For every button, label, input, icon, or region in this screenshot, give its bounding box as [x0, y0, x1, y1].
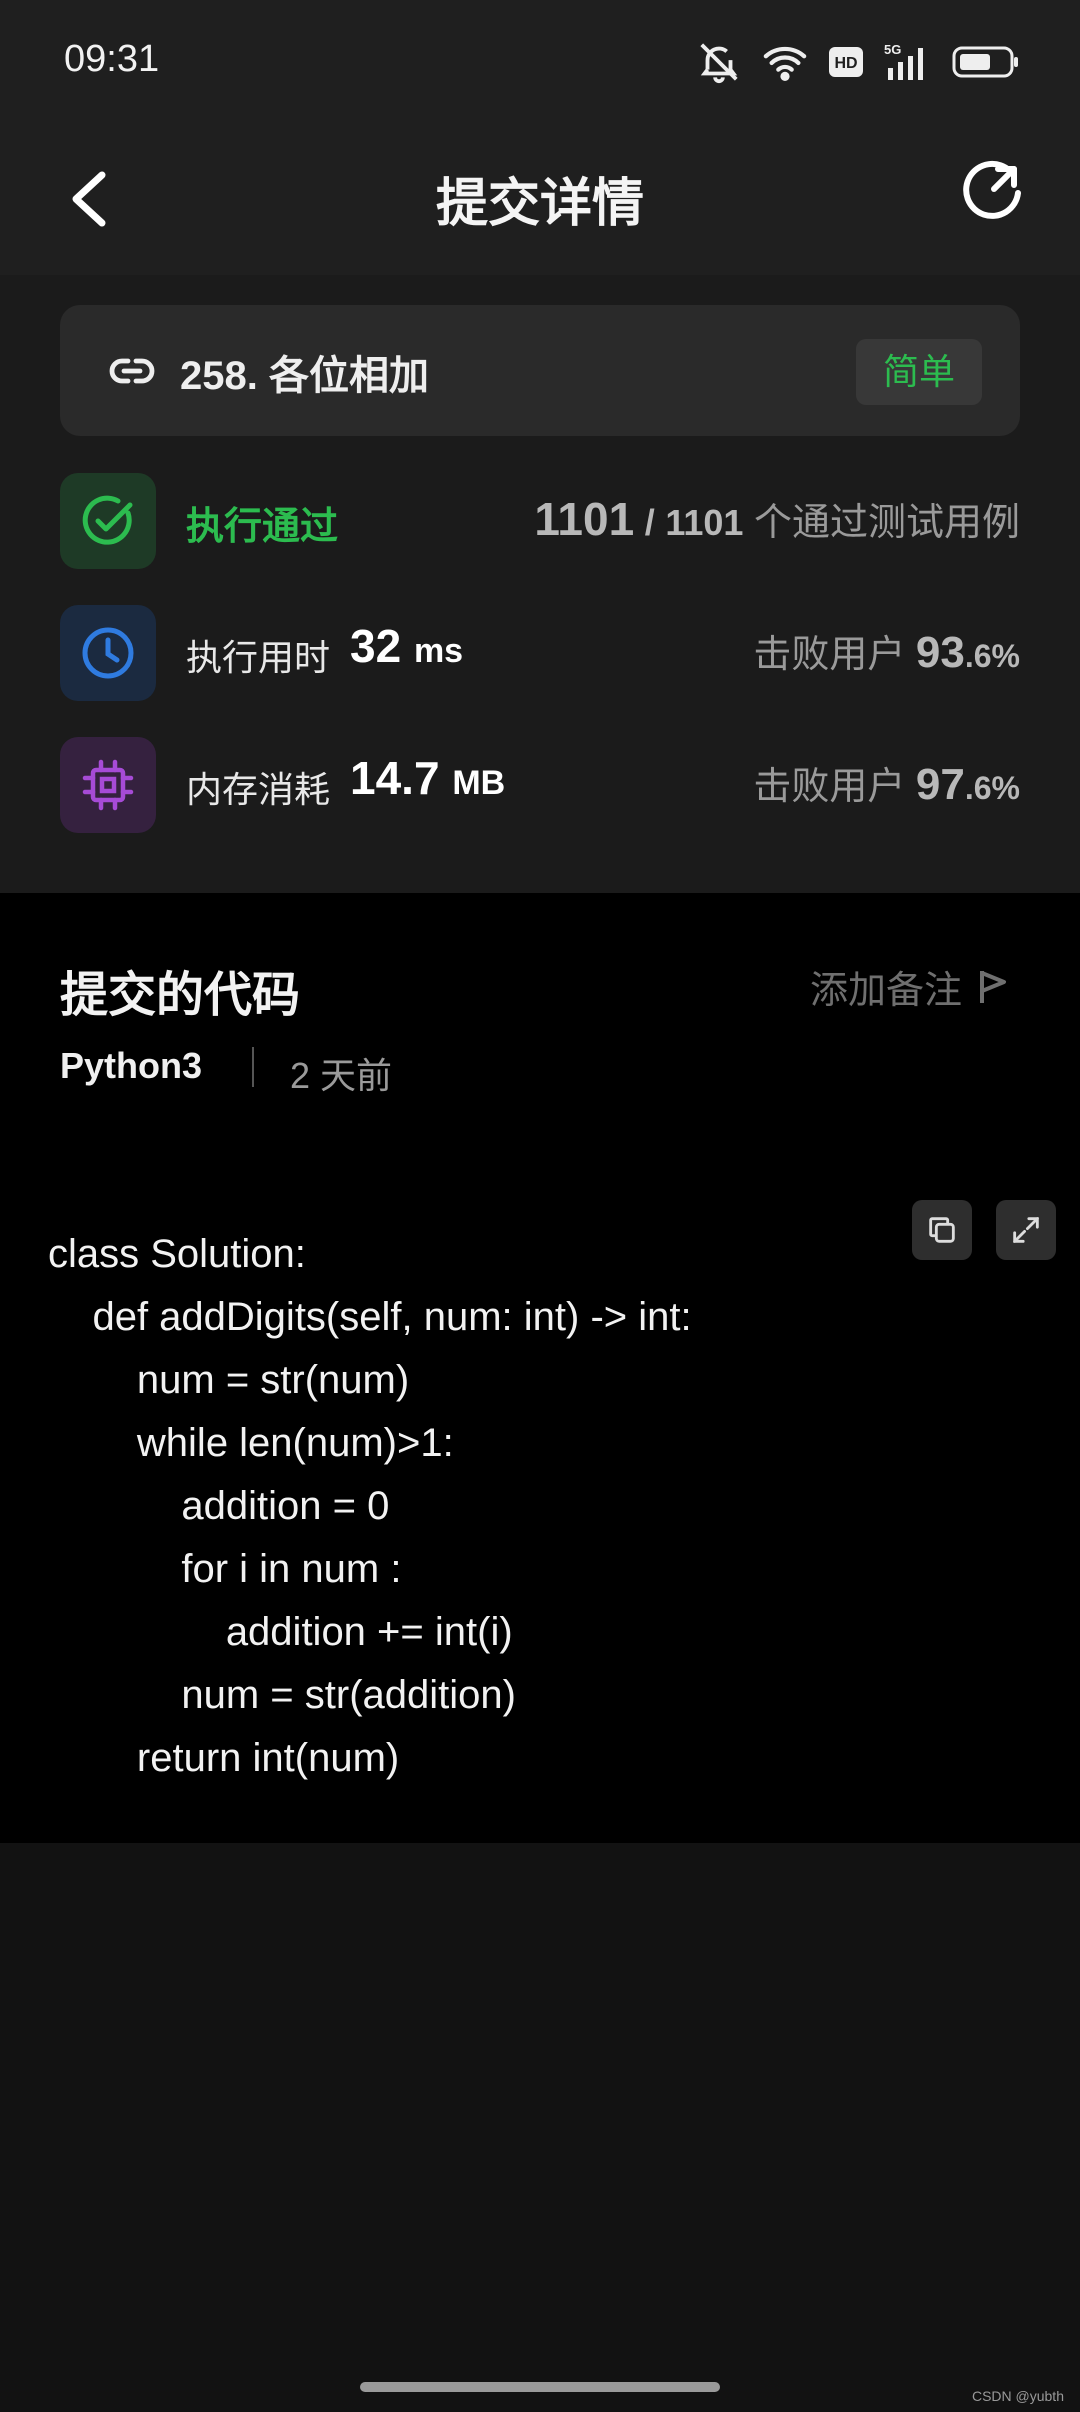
memory-icon-box	[60, 737, 156, 833]
runtime-value: 32 ms	[350, 620, 464, 672]
memory-value: 14.7 MB	[350, 752, 506, 804]
code-block: class Solution: def addDigits(self, num:…	[48, 1232, 692, 1780]
runtime-beat-dec: .6%	[964, 638, 1020, 674]
memory-beat-dec: .6%	[964, 770, 1020, 806]
runtime-beat-int: 93	[915, 628, 965, 677]
hd-icon: HD	[829, 47, 863, 77]
memory-label: 内存消耗	[186, 769, 331, 810]
expand-icon	[1013, 1217, 1039, 1243]
runtime-row: 执行用时 32 ms 击败用户 93.6%	[60, 605, 1020, 701]
home-indicator[interactable]	[360, 2382, 720, 2392]
refresh-icon	[963, 160, 1021, 219]
clock-icon	[82, 627, 134, 679]
chip-icon	[82, 759, 134, 811]
testcases-summary: 1101 / 1101 个通过测试用例	[534, 491, 1020, 546]
battery-icon	[952, 46, 1018, 78]
total-count: 1101	[665, 502, 744, 543]
status-bar: 09:31 HD 5G	[0, 0, 1080, 125]
signal-5g-icon: 5G	[884, 42, 923, 80]
add-note-label: 添加备注	[809, 970, 962, 1012]
memory-row: 内存消耗 14.7 MB 击败用户 97.6%	[60, 737, 1020, 833]
check-circle-icon	[82, 495, 133, 545]
memory-beat-label: 击败用户	[753, 766, 906, 808]
runtime-beat-label: 击败用户	[753, 634, 906, 676]
testcases-suffix: 个通过测试用例	[753, 502, 1020, 544]
mute-bell-icon	[700, 43, 738, 84]
memory-unit: MB	[452, 764, 506, 802]
expand-code-button[interactable]	[996, 1200, 1056, 1260]
flag-icon	[980, 970, 1006, 1003]
difficulty-badge: 简单	[856, 339, 982, 405]
link-icon	[109, 358, 155, 384]
refresh-button[interactable]	[954, 155, 1030, 231]
problem-title: 258. 各位相加	[180, 354, 429, 398]
watermark: CSDN @yubth	[971, 2388, 1064, 2404]
status-label: 执行通过	[186, 506, 339, 548]
add-note-button[interactable]: 添加备注	[810, 959, 1010, 1014]
code-panel: 提交的代码 添加备注 Python3 2 天前 class Solution: …	[0, 893, 1080, 1843]
divider	[252, 1047, 254, 1087]
status-icons: HD 5G	[696, 38, 1020, 86]
submitted-time: 2 天前	[290, 1055, 393, 1096]
count-separator: /	[644, 502, 655, 543]
page-title: 提交详情	[435, 175, 644, 233]
memory-beat-int: 97	[915, 760, 965, 809]
copy-icon	[929, 1217, 955, 1243]
status-time: 09:31	[64, 38, 160, 80]
code-section-title: 提交的代码	[60, 969, 301, 1022]
runtime-label: 执行用时	[186, 637, 331, 678]
pass-row: 执行通过 1101 / 1101 个通过测试用例	[60, 473, 1020, 569]
copy-code-button[interactable]	[912, 1200, 972, 1260]
network-label: 5G	[884, 42, 901, 57]
memory-beat: 击败用户 97.6%	[753, 755, 1020, 810]
passed-count: 1101	[534, 493, 635, 545]
wifi-icon	[763, 46, 807, 81]
language-label: Python3	[60, 1045, 203, 1086]
runtime-icon-box	[60, 605, 156, 701]
result-panel: 258. 各位相加 简单 执行通过 1101 / 1101 个通过测试用例 执行…	[0, 275, 1080, 893]
app-header: 提交详情	[0, 125, 1080, 275]
runtime-unit: ms	[413, 632, 464, 670]
runtime-beat: 击败用户 93.6%	[753, 623, 1020, 678]
hd-label: HD	[834, 55, 857, 72]
pass-icon-box	[60, 473, 156, 569]
problem-card[interactable]: 258. 各位相加 简单	[60, 305, 1020, 436]
